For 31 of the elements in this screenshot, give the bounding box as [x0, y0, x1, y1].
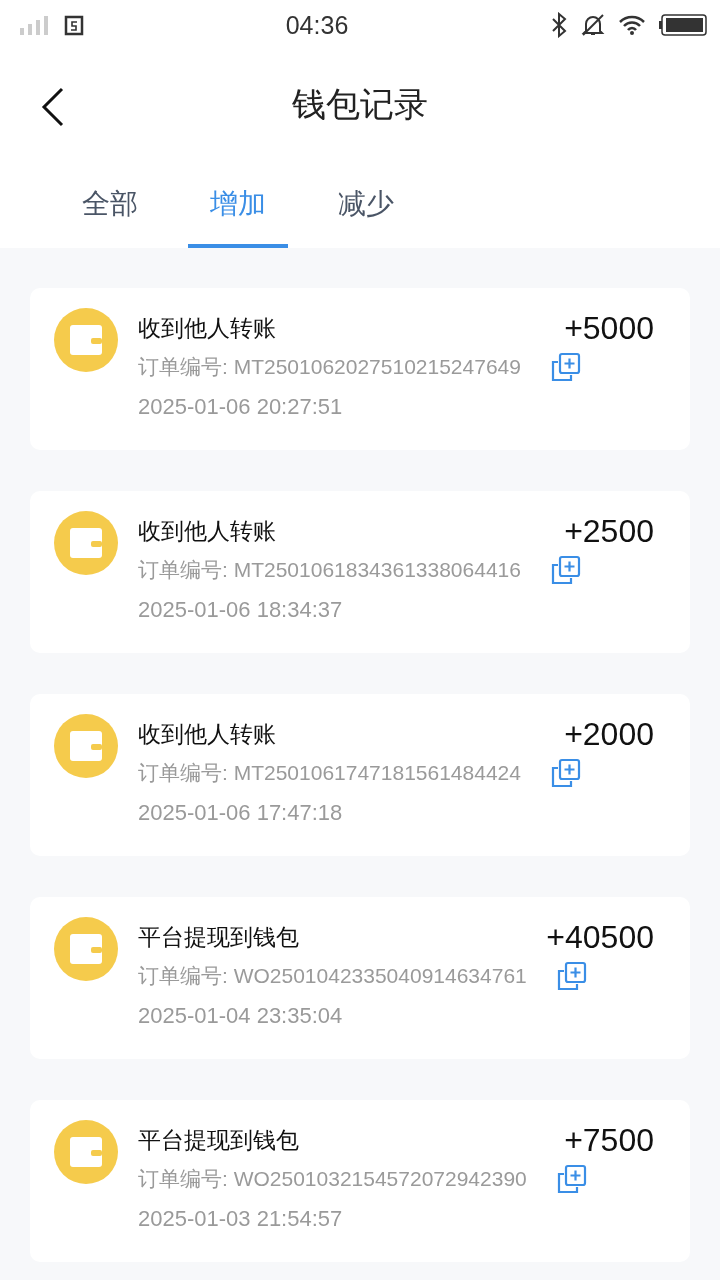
record-title: 收到他人转账	[138, 719, 276, 749]
muted-bell-icon	[580, 13, 606, 37]
page-title: 钱包记录	[292, 84, 428, 125]
record-title: 平台提现到钱包	[138, 922, 299, 952]
wifi-icon	[618, 14, 646, 36]
record-time: 2025-01-06 18:34:37	[138, 597, 344, 623]
record-amount: +2000	[564, 715, 654, 753]
record-amount: +5000	[564, 309, 654, 347]
back-icon	[40, 87, 66, 127]
signal-icon	[20, 15, 48, 35]
sim-card-icon	[64, 14, 84, 36]
record-time: 2025-01-06 17:47:18	[138, 800, 344, 826]
record-title: 收到他人转账	[138, 313, 276, 343]
record-amount: +40500	[546, 918, 654, 956]
order-number: 订单编号: MT2501061834361338064416	[138, 557, 521, 583]
record-time: 2025-01-06 20:27:51	[138, 394, 344, 420]
order-number: 订单编号: MT2501061747181561484424	[138, 760, 521, 786]
filter-tab[interactable]: 减少	[316, 160, 416, 248]
filter-tab[interactable]: 全部	[60, 160, 160, 248]
record-title: 收到他人转账	[138, 516, 276, 546]
order-number: 订单编号: WO2501042335040914634761	[138, 963, 527, 989]
record-amount: +7500	[564, 1121, 654, 1159]
battery-icon	[658, 13, 708, 37]
record-title: 平台提现到钱包	[138, 1125, 299, 1155]
status-time: 04:36	[284, 10, 350, 40]
bluetooth-icon	[550, 12, 568, 38]
record-amount: +2500	[564, 512, 654, 550]
order-number: 订单编号: MT2501062027510215247649	[138, 354, 521, 380]
record-time: 2025-01-04 23:35:04	[138, 1003, 344, 1029]
record-time: 2025-01-03 21:54:57	[138, 1206, 344, 1232]
order-number: 订单编号: WO2501032154572072942390	[138, 1166, 527, 1192]
